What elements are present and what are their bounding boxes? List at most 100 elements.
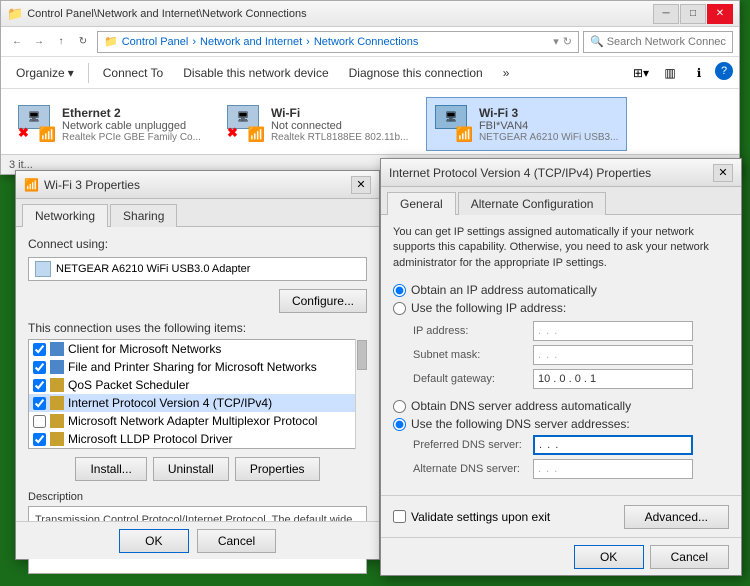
list-item-3[interactable]: Internet Protocol Version 4 (TCP/IPv4) bbox=[29, 394, 366, 412]
list-item-2[interactable]: QoS Packet Scheduler bbox=[29, 376, 366, 394]
auto-ip-row[interactable]: Obtain an IP address automatically bbox=[393, 283, 729, 297]
address-path[interactable]: 📁 Control Panel › Network and Internet ›… bbox=[97, 31, 579, 53]
connect-using-label: Connect using: bbox=[28, 237, 367, 251]
back-button[interactable]: ← bbox=[7, 32, 27, 52]
wifi-props-cancel-button[interactable]: Cancel bbox=[197, 529, 276, 553]
wifi-props-close-button[interactable]: ✕ bbox=[351, 176, 371, 194]
uninstall-button[interactable]: Uninstall bbox=[153, 457, 229, 481]
preview-pane-button[interactable]: ▥ bbox=[657, 62, 683, 84]
manual-dns-row[interactable]: Use the following DNS server addresses: bbox=[393, 417, 729, 431]
advanced-button[interactable]: Advanced... bbox=[624, 505, 729, 529]
forward-button[interactable]: → bbox=[29, 32, 49, 52]
wifi-props-ok-button[interactable]: OK bbox=[119, 529, 189, 553]
item-3-checkbox[interactable] bbox=[33, 397, 46, 410]
network-item-ethernet2[interactable]: 🖥 ✖ 📶 Ethernet 2 Network cable unplugged… bbox=[9, 97, 210, 151]
tcpip-cancel-button[interactable]: Cancel bbox=[650, 545, 729, 569]
gateway-input[interactable]: 10 . 0 . 0 . 1 bbox=[533, 369, 693, 389]
tab-general[interactable]: General bbox=[387, 192, 456, 215]
tcpip-footer: Validate settings upon exit Advanced... bbox=[381, 495, 741, 537]
network-item-wifi[interactable]: 🖥 ✖ 📶 Wi-Fi Not connected Realtek RTL818… bbox=[218, 97, 418, 151]
wifi-status: Not connected bbox=[271, 120, 409, 132]
item-5-icon bbox=[50, 432, 64, 446]
list-item-1[interactable]: File and Printer Sharing for Microsoft N… bbox=[29, 358, 366, 376]
item-2-checkbox[interactable] bbox=[33, 379, 46, 392]
tcpip-title-text: Internet Protocol Version 4 (TCP/IPv4) P… bbox=[389, 166, 651, 180]
configure-button[interactable]: Configure... bbox=[279, 289, 367, 313]
addr-dropdown-icon[interactable]: ▾ bbox=[553, 35, 559, 48]
validate-label: Validate settings upon exit bbox=[411, 510, 550, 524]
alternate-dns-label: Alternate DNS server: bbox=[413, 463, 533, 475]
tab-alternate-config[interactable]: Alternate Configuration bbox=[458, 192, 607, 215]
search-input[interactable] bbox=[607, 36, 726, 48]
up-button[interactable]: ↑ bbox=[51, 32, 71, 52]
disable-network-button[interactable]: Disable this network device bbox=[174, 60, 337, 86]
maximize-button[interactable]: □ bbox=[680, 4, 706, 24]
validate-row: Validate settings upon exit bbox=[393, 510, 550, 524]
organize-button[interactable]: Organize ▾ bbox=[7, 60, 83, 86]
wifi3-icon: 🖥 📶 bbox=[435, 105, 473, 143]
list-item-5[interactable]: Microsoft LLDP Protocol Driver bbox=[29, 430, 366, 448]
item-1-label: File and Printer Sharing for Microsoft N… bbox=[68, 360, 317, 374]
manual-dns-radio[interactable] bbox=[393, 418, 406, 431]
tcpip-ok-button[interactable]: OK bbox=[574, 545, 644, 569]
alternate-dns-input[interactable]: . . . bbox=[533, 459, 693, 479]
more-label: » bbox=[503, 66, 510, 80]
addr-control-panel[interactable]: Control Panel bbox=[122, 36, 189, 48]
search-box[interactable]: 🔍 bbox=[583, 31, 733, 53]
preferred-dns-row: Preferred DNS server: . . . bbox=[413, 435, 729, 455]
items-list-scrollbar[interactable] bbox=[355, 339, 367, 449]
tcpip-close-button[interactable]: ✕ bbox=[713, 164, 733, 182]
minimize-button[interactable]: ─ bbox=[653, 4, 679, 24]
items-list: Client for Microsoft Networks File and P… bbox=[28, 339, 367, 449]
install-button[interactable]: Install... bbox=[75, 457, 146, 481]
wifi3-info: Wi-Fi 3 FBI*VAN4 NETGEAR A6210 WiFi USB3… bbox=[479, 106, 619, 143]
item-3-icon bbox=[50, 396, 64, 410]
subnet-row: Subnet mask: . . . bbox=[413, 345, 729, 365]
tab-networking[interactable]: Networking bbox=[22, 204, 108, 227]
close-button[interactable]: ✕ bbox=[707, 4, 733, 24]
explorer-title-label: Control Panel\Network and Internet\Netwo… bbox=[27, 8, 306, 20]
network-item-wifi3[interactable]: 🖥 📶 Wi-Fi 3 FBI*VAN4 NETGEAR A6210 WiFi … bbox=[426, 97, 628, 151]
auto-ip-radio[interactable] bbox=[393, 284, 406, 297]
dns-fields: Preferred DNS server: . . . Alternate DN… bbox=[413, 435, 729, 479]
list-item-6[interactable]: Internet Protocol Version 6 (TCP/IPv6) bbox=[29, 448, 366, 449]
item-2-icon bbox=[50, 378, 64, 392]
more-button[interactable]: » bbox=[494, 60, 519, 86]
subnet-input[interactable]: . . . bbox=[533, 345, 693, 365]
explorer-title-text: 📁 Control Panel\Network and Internet\Net… bbox=[7, 6, 307, 22]
preferred-dns-input[interactable]: . . . bbox=[533, 435, 693, 455]
connect-to-button[interactable]: Connect To bbox=[94, 60, 173, 86]
view-change-view-button[interactable]: ⊞▾ bbox=[628, 62, 654, 84]
manual-dns-label: Use the following DNS server addresses: bbox=[411, 417, 630, 431]
item-1-checkbox[interactable] bbox=[33, 361, 46, 374]
list-item-4[interactable]: Microsoft Network Adapter Multiplexor Pr… bbox=[29, 412, 366, 430]
item-4-checkbox[interactable] bbox=[33, 415, 46, 428]
addr-refresh-icon[interactable]: ↻ bbox=[563, 35, 572, 48]
item-5-label: Microsoft LLDP Protocol Driver bbox=[68, 432, 233, 446]
help-button[interactable]: ? bbox=[715, 62, 733, 80]
wifi-props-title-bar: 📶 Wi-Fi 3 Properties ✕ bbox=[16, 171, 379, 199]
item-5-checkbox[interactable] bbox=[33, 433, 46, 446]
gateway-label: Default gateway: bbox=[413, 373, 533, 385]
addr-network-internet[interactable]: Network and Internet bbox=[200, 36, 302, 48]
details-pane-button[interactable]: ℹ bbox=[686, 62, 712, 84]
toolbar: Organize ▾ Connect To Disable this netwo… bbox=[1, 57, 739, 89]
auto-dns-row[interactable]: Obtain DNS server address automatically bbox=[393, 399, 729, 413]
tab-sharing[interactable]: Sharing bbox=[110, 204, 177, 227]
addr-network-connections[interactable]: Network Connections bbox=[314, 36, 419, 48]
ip-address-input[interactable]: . . . bbox=[533, 321, 693, 341]
refresh-button[interactable]: ↻ bbox=[73, 32, 93, 52]
list-item-0[interactable]: Client for Microsoft Networks bbox=[29, 340, 366, 358]
manual-ip-row[interactable]: Use the following IP address: bbox=[393, 301, 729, 315]
auto-dns-radio[interactable] bbox=[393, 400, 406, 413]
wifi-props-icon: 📶 bbox=[24, 178, 39, 192]
properties-button[interactable]: Properties bbox=[235, 457, 320, 481]
addr-folder-icon: 📁 bbox=[104, 35, 118, 48]
search-icon: 🔍 bbox=[590, 35, 604, 48]
validate-checkbox[interactable] bbox=[393, 510, 406, 523]
item-0-checkbox[interactable] bbox=[33, 343, 46, 356]
diagnose-button[interactable]: Diagnose this connection bbox=[340, 60, 492, 86]
ip-address-label: IP address: bbox=[413, 325, 533, 337]
manual-ip-radio[interactable] bbox=[393, 302, 406, 315]
action-buttons: Install... Uninstall Properties bbox=[28, 457, 367, 481]
